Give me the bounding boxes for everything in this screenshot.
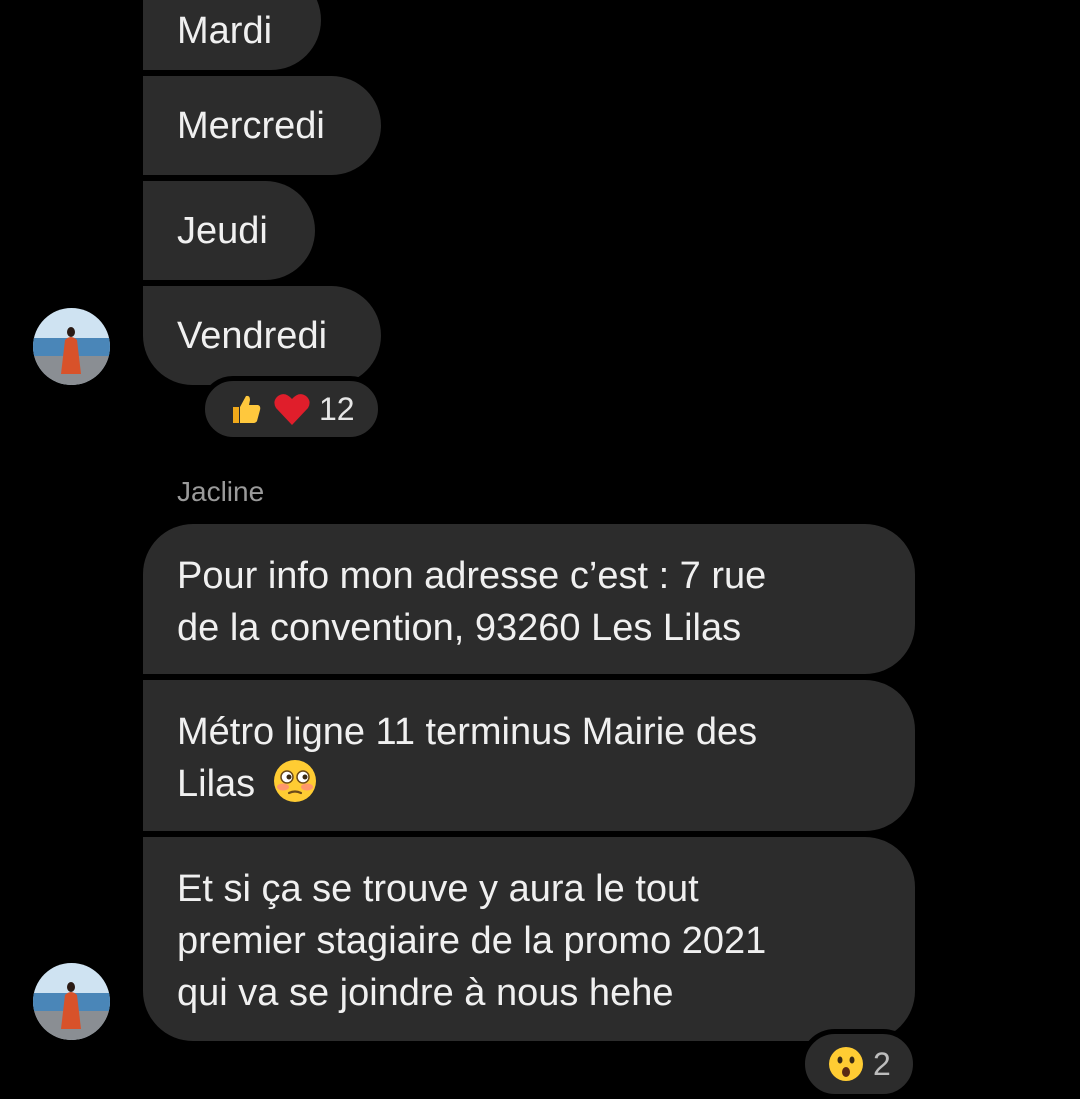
surprised-face-icon <box>827 1045 865 1083</box>
message-text: Lilas <box>177 763 256 805</box>
heart-icon <box>273 392 311 426</box>
reaction-count: 2 <box>873 1045 891 1082</box>
message-line: Pour info mon adresse c’est : 7 rue <box>177 555 767 597</box>
message-bubble[interactable]: Mercredi <box>143 76 381 175</box>
message-line: premier stagiaire de la promo 2021 <box>177 920 767 962</box>
message-bubble[interactable]: Métro ligne 11 terminus Mairie des Lilas <box>143 680 915 831</box>
message-line: de la convention, 93260 Les Lilas <box>177 607 742 649</box>
message-bubble[interactable]: Mardi <box>143 0 321 70</box>
flushed-face-icon <box>272 758 318 804</box>
message-line: qui va se joindre à nous hehe <box>177 972 674 1014</box>
sender-name: Jacline <box>177 476 265 507</box>
message-bubble[interactable]: Pour info mon adresse c’est : 7 rue de l… <box>143 524 915 674</box>
message-line: Et si ça se trouve y aura le tout <box>177 868 699 910</box>
avatar[interactable] <box>33 963 110 1040</box>
reaction-badge[interactable]: 2 <box>800 1029 918 1099</box>
reaction-count: 12 <box>319 390 355 427</box>
message-text: Jeudi <box>177 209 268 252</box>
message-line: Métro ligne 11 terminus Mairie des <box>177 711 758 753</box>
message-text: Mercredi <box>177 104 325 147</box>
message-line: Lilas <box>177 758 881 810</box>
message-bubble[interactable]: Et si ça se trouve y aura le tout premie… <box>143 837 915 1041</box>
reaction-badge[interactable]: 12 <box>200 376 383 442</box>
message-text: Mardi <box>177 10 273 52</box>
message-bubble[interactable]: Jeudi <box>143 181 315 280</box>
thumbs-up-icon <box>229 392 263 426</box>
message-bubble[interactable]: Vendredi <box>143 286 381 385</box>
message-text: Vendredi <box>177 314 328 357</box>
avatar[interactable] <box>33 308 110 385</box>
